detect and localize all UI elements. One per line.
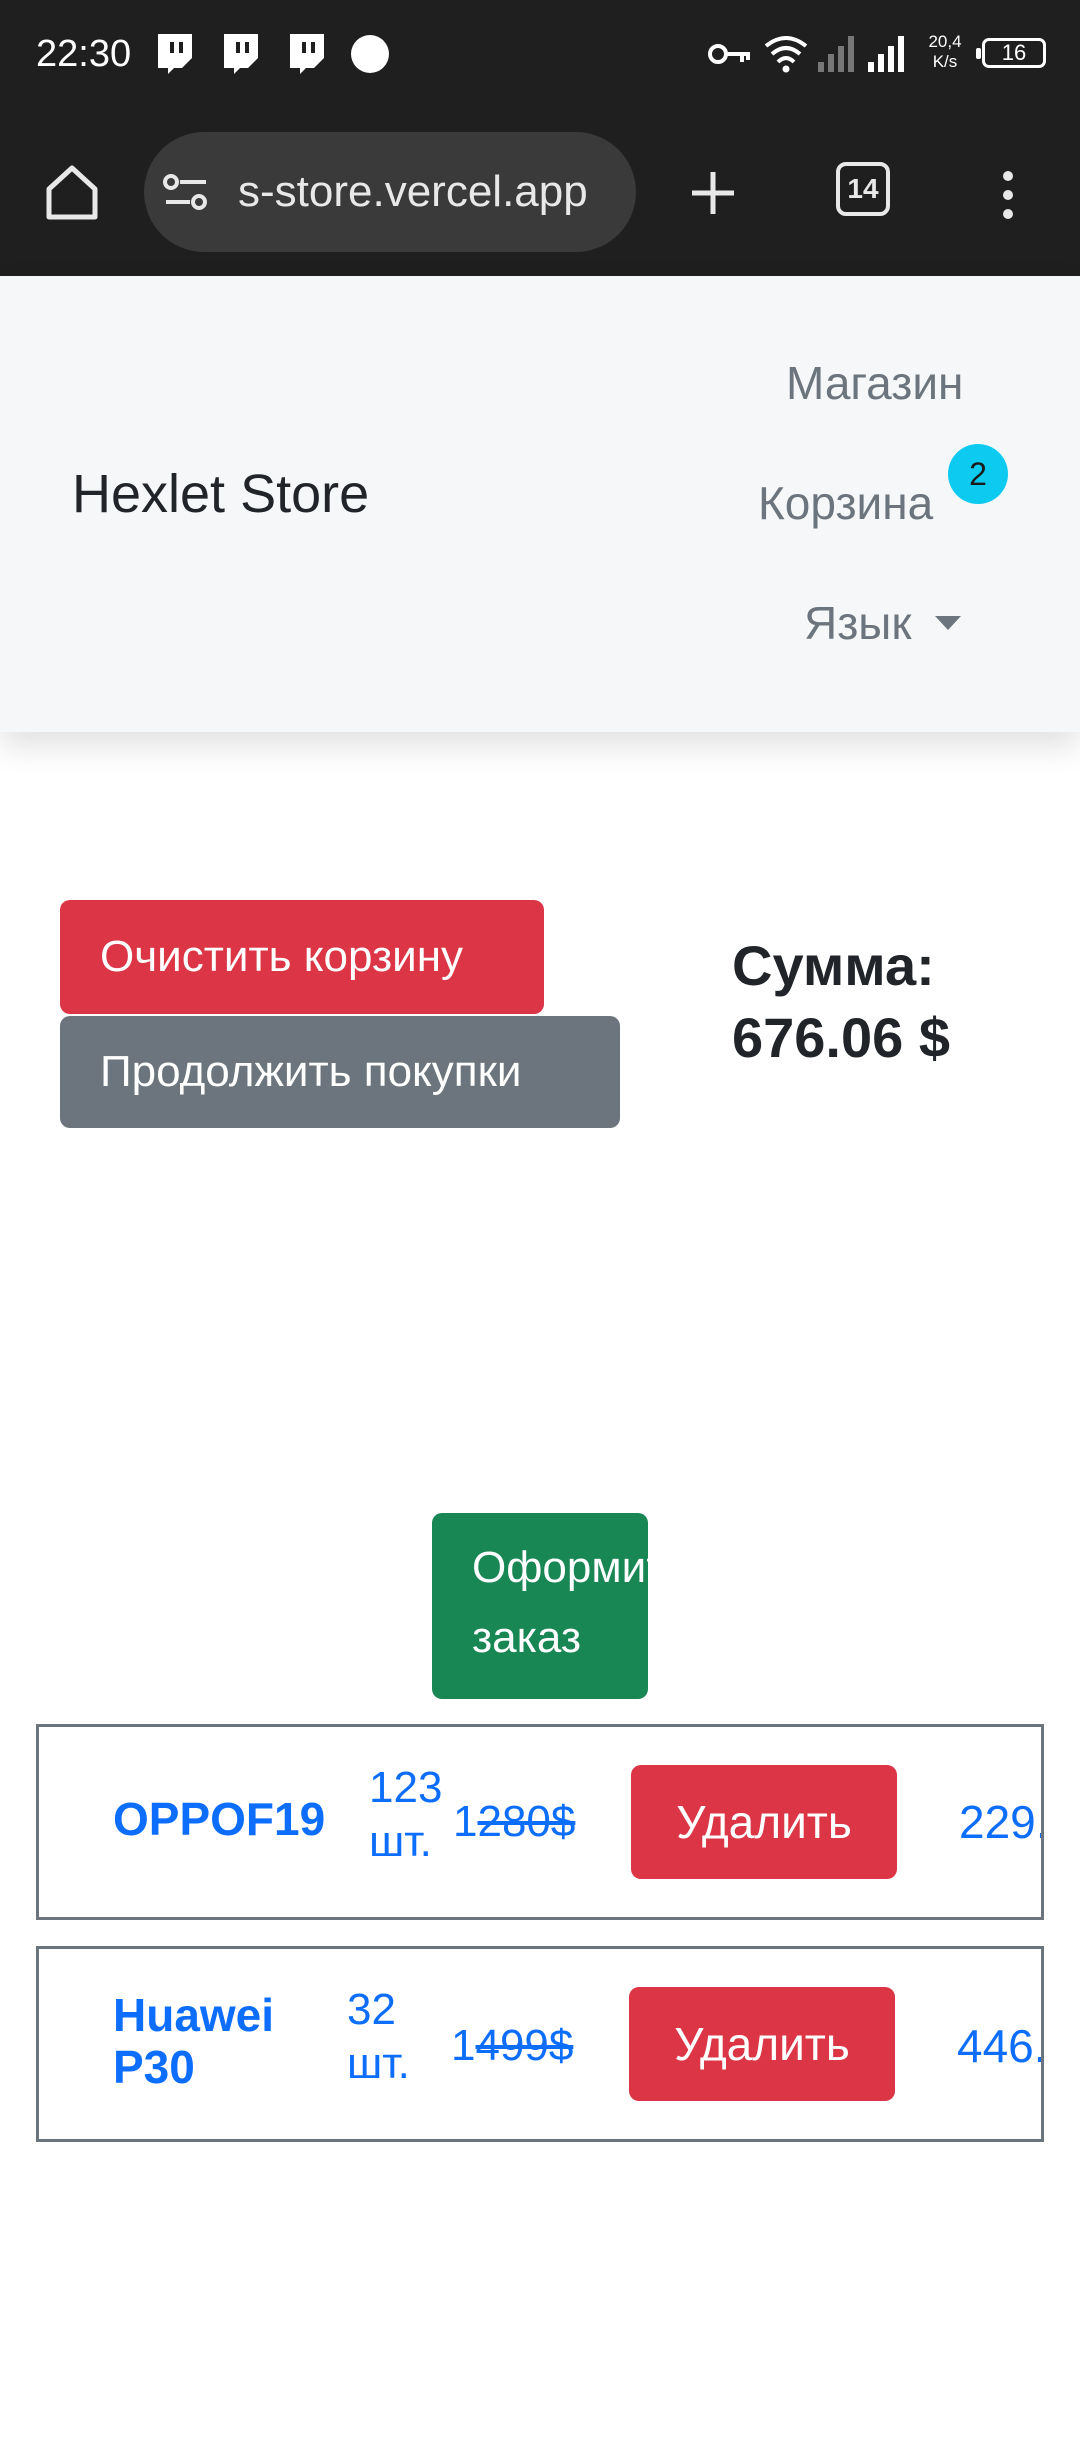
- old-price-struck: 280$: [477, 1797, 576, 1846]
- delete-item-button[interactable]: Удалить: [629, 1987, 895, 2101]
- continue-shopping-button[interactable]: Продолжить покупки: [60, 1016, 620, 1128]
- net-speed-value: 20,4: [928, 32, 962, 51]
- cart-item-row: OPPOF19 123 шт. 1280$ Удалить 229.8: [36, 1724, 1044, 1920]
- quantity-number: 32: [347, 1985, 396, 2034]
- product-name[interactable]: Huawei P30: [113, 1989, 303, 2093]
- product-quantity: 32 шт.: [347, 1983, 410, 2091]
- total-label: Сумма:: [732, 934, 935, 997]
- cart-item-row: Huawei P30 32 шт. 1499$ Удалить 446.2: [36, 1946, 1044, 2142]
- home-icon[interactable]: [44, 162, 100, 222]
- product-old-price: 1280$: [453, 1797, 575, 1847]
- nav-link-cart[interactable]: Корзина: [758, 478, 933, 528]
- battery-indicator: 16: [976, 38, 1046, 68]
- old-price-prefix: 1: [453, 1797, 478, 1846]
- twitch-icon: [158, 34, 192, 74]
- nav-link-shop[interactable]: Магазин: [786, 358, 963, 408]
- new-tab-icon[interactable]: [688, 168, 738, 218]
- product-quantity: 123 шт.: [369, 1761, 442, 1869]
- chevron-down-icon: [935, 616, 961, 630]
- quantity-number: 123: [369, 1763, 443, 1812]
- site-navbar: Hexlet Store Магазин Корзина 2 Язык: [0, 276, 1080, 732]
- tab-switcher-button[interactable]: 14: [836, 162, 890, 216]
- net-speed-unit: K/s: [932, 52, 958, 71]
- old-price-struck: 499$: [475, 2021, 574, 2070]
- product-old-price: 1499$: [451, 2021, 573, 2071]
- delete-item-button[interactable]: Удалить: [631, 1765, 897, 1879]
- checkout-button[interactable]: Оформить заказ: [432, 1513, 648, 1699]
- key-icon: [708, 44, 750, 64]
- old-price-prefix: 1: [451, 2021, 476, 2070]
- address-bar[interactable]: s-store.vercel.app: [144, 132, 636, 252]
- cart-count-badge: 2: [948, 444, 1008, 504]
- signal-icon: [868, 36, 904, 72]
- signal-weak-icon: [818, 36, 854, 72]
- language-dropdown[interactable]: Язык: [804, 598, 912, 648]
- brand-logo[interactable]: Hexlet Store: [72, 464, 369, 524]
- net-speed: 20,4 K/s: [922, 32, 968, 72]
- product-name[interactable]: OPPOF19: [113, 1793, 325, 1845]
- dot-icon: [351, 35, 389, 73]
- wifi-icon: [764, 36, 808, 73]
- product-price: 446.2: [957, 2020, 1041, 2072]
- quantity-unit: шт.: [369, 1817, 432, 1866]
- status-bar: 22:30 20,4 K/s 16: [0, 0, 1080, 110]
- product-price: 229.8: [959, 1796, 1041, 1848]
- total-value: 676.06 $: [732, 1006, 950, 1069]
- clear-cart-button[interactable]: Очистить корзину: [60, 900, 544, 1014]
- status-time: 22:30: [36, 33, 132, 75]
- quantity-unit: шт.: [347, 2039, 410, 2088]
- site-settings-icon[interactable]: [162, 172, 210, 212]
- cart-total: Сумма: 676.06 $: [732, 930, 950, 1074]
- browser-toolbar: s-store.vercel.app 14: [0, 110, 1080, 276]
- url-text: s-store.vercel.app: [238, 167, 588, 216]
- twitch-icon: [290, 34, 324, 74]
- twitch-icon: [224, 34, 258, 74]
- more-menu-icon[interactable]: [996, 168, 1020, 222]
